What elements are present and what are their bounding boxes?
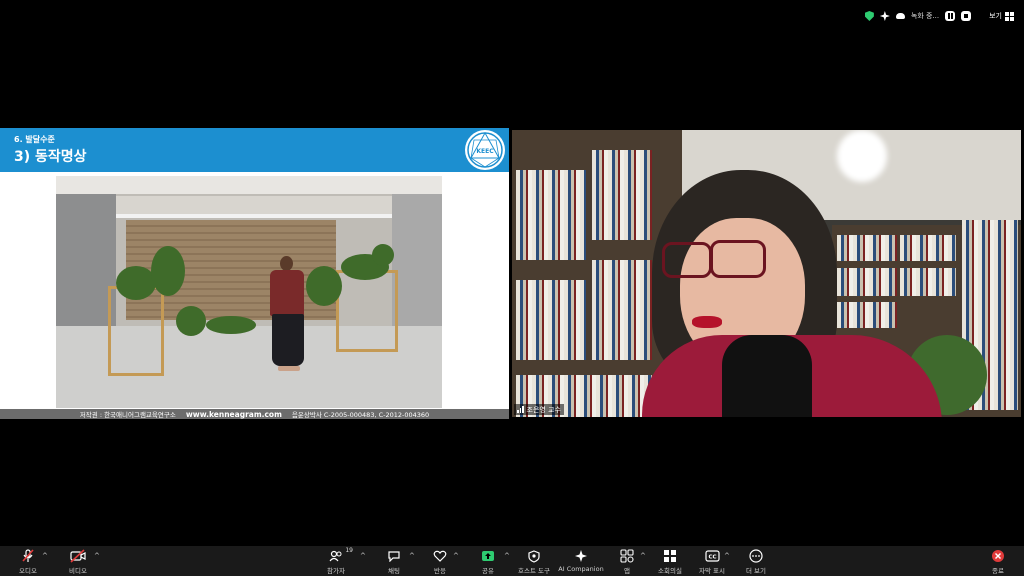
meeting-toolbar: 오디오 ^ 비디오 ^ 19 참가자 ^ 채팅 ^ 반응 ^ 공유 ^ 호스트 … [0, 546, 1024, 576]
host-tools-label: 호스트 도구 [518, 567, 550, 575]
ai-sparkle-icon [574, 548, 588, 564]
plant [372, 244, 394, 266]
books [900, 235, 956, 261]
person-skirt [272, 314, 304, 366]
slide-copyright: 저작권 : 한국애니어그램교육연구소 [79, 411, 176, 419]
ai-companion-button[interactable]: AI Companion [557, 548, 605, 576]
view-button-label: 보기 [989, 12, 1002, 20]
slide-video-frame [56, 176, 442, 408]
glasses-left-lens [662, 242, 712, 278]
apps-label: 앱 [624, 567, 630, 575]
participant-video-tile[interactable]: 조은영 교수 [512, 130, 1021, 417]
ceiling-cove [96, 196, 402, 218]
room-ceiling [56, 176, 442, 194]
share-screen-icon [481, 548, 495, 564]
cloud-recording-icon [895, 13, 905, 19]
stop-recording-icon[interactable] [961, 11, 972, 21]
end-label: 종료 [992, 567, 1004, 575]
shared-screen-tile[interactable]: 6. 발달수준 3) 동작명상 KEEC 저작권: 한국애니어그램교육연구소 … [0, 128, 509, 419]
participants-caret-icon[interactable]: ^ [360, 552, 366, 560]
end-meeting-button[interactable]: 종료 [974, 548, 1022, 576]
audio-options-caret-icon[interactable]: ^ [42, 552, 48, 560]
slide-footer: 저작권 : 한국애니어그램교육연구소 www.kenneagram.com 음운… [0, 409, 509, 419]
books [837, 302, 897, 328]
slide-title: 3) 동작명상 [14, 149, 87, 165]
recording-status-text: 녹화 중... [910, 12, 940, 20]
grid-view-icon [1005, 11, 1014, 21]
ceiling-light [837, 130, 887, 182]
enneagram-logo-icon: KEEC [465, 130, 505, 170]
books [837, 268, 897, 296]
books [516, 280, 586, 360]
slide-section-label: 6. 발달수준 [14, 135, 55, 144]
video-label: 비디오 [69, 567, 87, 575]
reactions-caret-icon[interactable]: ^ [453, 552, 459, 560]
more-label: 더 보기 [745, 567, 766, 575]
books [592, 260, 652, 360]
chat-bubble-icon [387, 548, 401, 564]
plant-shelf-right [336, 270, 398, 352]
apps-caret-icon[interactable]: ^ [640, 552, 646, 560]
participants-icon: 19 [329, 547, 353, 564]
view-button[interactable]: 보기 [989, 11, 1014, 21]
reactions-label: 반응 [434, 567, 446, 575]
end-close-icon [991, 548, 1005, 564]
books [592, 150, 652, 240]
svg-text:CC: CC [708, 555, 716, 561]
share-caret-icon[interactable]: ^ [504, 552, 510, 560]
plant [151, 246, 185, 296]
ai-companion-label: AI Companion [558, 565, 604, 573]
captions-label: 자막 표시 [699, 567, 725, 575]
slide-header: 6. 발달수준 3) 동작명상 KEEC [0, 128, 509, 172]
plant [176, 306, 206, 336]
participants-label: 참가자 [327, 567, 345, 575]
participant-name: 조은영 교수 [526, 405, 561, 414]
glasses-right-lens [710, 240, 766, 278]
slide-website: www.kenneagram.com [185, 409, 282, 419]
heart-icon [433, 548, 447, 564]
logo-text: KEEC [476, 148, 494, 155]
person-top [270, 270, 304, 316]
plant [306, 266, 342, 306]
share-label: 공유 [482, 567, 494, 575]
meeting-status-bar: 녹화 중... 보기 [864, 8, 1014, 24]
connection-bars-icon [517, 406, 524, 413]
books [837, 235, 897, 261]
person-head [280, 256, 293, 271]
security-shield-icon[interactable] [864, 11, 874, 21]
apps-icon [620, 548, 634, 564]
books [900, 268, 956, 296]
participant-name-label: 조은영 교수 [514, 404, 564, 415]
video-options-caret-icon[interactable]: ^ [94, 552, 100, 560]
video-off-icon [70, 548, 86, 564]
pause-recording-icon[interactable] [945, 11, 956, 21]
cc-icon: CC [704, 548, 720, 564]
breakout-grid-icon [663, 548, 677, 564]
more-button[interactable]: 더 보기 [732, 548, 780, 576]
chat-caret-icon[interactable]: ^ [409, 552, 415, 560]
captions-caret-icon[interactable]: ^ [724, 552, 730, 560]
host-shield-icon [528, 548, 540, 564]
books [516, 170, 586, 260]
slide-registration: 음운상박사 C-2005-000483, C-2012-004360 [291, 411, 430, 419]
chat-label: 채팅 [388, 567, 400, 575]
participants-button[interactable]: 19 참가자 [312, 547, 360, 576]
plant [206, 316, 256, 334]
plant [116, 266, 156, 300]
participant-count: 19 [345, 547, 353, 554]
participant-lips [692, 316, 722, 328]
audio-label: 오디오 [19, 567, 37, 575]
muted-mic-icon [21, 548, 35, 564]
breakout-rooms-label: 소회의실 [658, 567, 682, 575]
breakout-rooms-button[interactable]: 소회의실 [646, 548, 694, 576]
person-feet [278, 366, 300, 371]
ai-sparkle-icon[interactable] [879, 11, 890, 21]
participant-turtleneck [722, 335, 812, 417]
host-tools-button[interactable]: 호스트 도구 [510, 548, 558, 576]
more-dots-icon [749, 548, 763, 564]
